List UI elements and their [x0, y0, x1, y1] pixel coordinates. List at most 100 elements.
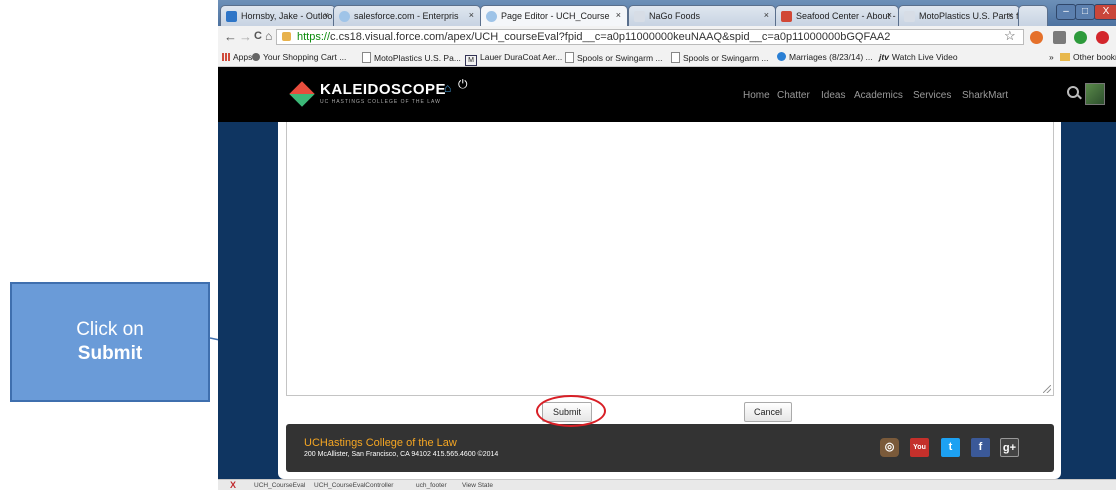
instagram-icon[interactable]: ◎: [880, 438, 899, 457]
page-cloud-icon: [486, 11, 497, 22]
extension-icon[interactable]: [1053, 31, 1066, 44]
cancel-button[interactable]: Cancel: [744, 402, 792, 422]
tab-strip: Hornsby, Jake - Outlook V × salesforce.c…: [218, 0, 1116, 26]
browser-window: Hornsby, Jake - Outlook V × salesforce.c…: [218, 0, 1116, 490]
apps-grid-icon: [222, 53, 230, 61]
footer-title[interactable]: UCHastings College of the Law: [304, 437, 457, 449]
new-tab-button[interactable]: [1018, 5, 1048, 26]
bookmark-watch-live[interactable]: jtv Watch Live Video: [879, 52, 958, 62]
tab-nago-foods[interactable]: NaGo Foods ×: [628, 5, 776, 26]
extension-icon[interactable]: [1030, 31, 1043, 44]
forward-button[interactable]: →: [239, 29, 252, 44]
bookmark-motoplastics[interactable]: MotoPlastics U.S. Pa...: [362, 52, 461, 63]
extension-icon[interactable]: [1074, 31, 1087, 44]
bookmark-label: Lauer DuraCoat Aer...: [480, 52, 563, 62]
status-item[interactable]: View State: [462, 482, 493, 489]
bookmark-label: Apps: [233, 52, 253, 62]
close-icon[interactable]: ×: [1008, 10, 1013, 20]
nav-services[interactable]: Services: [913, 90, 951, 101]
bookmark-label: Marriages (8/23/14) ...: [789, 52, 873, 62]
cart-icon: [252, 53, 260, 61]
url-text: c.cs18.visual.force.com/apex/UCH_courseE…: [330, 31, 891, 43]
other-bookmarks[interactable]: Other bookma: [1060, 52, 1116, 62]
highlight-circle: [536, 395, 606, 427]
address-bar[interactable]: https://c.cs18.visual.force.com/apex/UCH…: [276, 29, 1024, 45]
home-icon[interactable]: ⌂: [444, 81, 451, 95]
bookmark-shopping-cart[interactable]: Your Shopping Cart ...: [252, 52, 346, 62]
bookmark-label: Your Shopping Cart ...: [263, 52, 347, 62]
bookmark-apps[interactable]: Apps: [222, 52, 252, 62]
status-item[interactable]: UCH_CourseEvalController: [314, 482, 393, 489]
site-footer: UCHastings College of the Law 200 McAlli…: [286, 424, 1054, 472]
close-icon[interactable]: X: [230, 480, 236, 490]
tab-outlook[interactable]: Hornsby, Jake - Outlook V ×: [220, 5, 336, 26]
folder-icon: [1060, 53, 1070, 61]
power-icon[interactable]: ⏻: [458, 77, 468, 92]
facebook-icon[interactable]: f: [971, 438, 990, 457]
page-icon: [904, 11, 915, 22]
close-icon[interactable]: ×: [764, 10, 769, 20]
bookmark-label: Watch Live Video: [891, 52, 958, 62]
site-header: KALEIDOSCOPE UC HASTINGS COLLEGE OF THE …: [218, 67, 1116, 122]
bookmark-label: MotoPlastics U.S. Pa...: [374, 53, 461, 63]
reload-button[interactable]: C: [254, 30, 262, 42]
tab-seafood-center[interactable]: Seafood Center - About - ×: [775, 5, 899, 26]
bookmark-star-icon[interactable]: ☆: [1004, 28, 1016, 44]
m-logo-icon: M: [465, 55, 477, 66]
marriages-icon: [777, 52, 786, 61]
nav-chatter[interactable]: Chatter: [777, 90, 810, 101]
footer-address: 200 McAllister, San Francisco, CA 94102 …: [304, 451, 499, 458]
nav-ideas[interactable]: Ideas: [821, 90, 845, 101]
resize-handle-icon[interactable]: [1043, 385, 1051, 393]
tab-page-editor[interactable]: Page Editor - UCH_Course ×: [480, 5, 628, 26]
page-viewport: KALEIDOSCOPE UC HASTINGS COLLEGE OF THE …: [218, 67, 1116, 479]
site-logo-text[interactable]: KALEIDOSCOPE: [320, 81, 446, 98]
bookmark-label: Other bookma: [1073, 52, 1116, 62]
minimize-button[interactable]: –: [1056, 4, 1076, 20]
content-card: Submit Cancel UCHastings College of the …: [278, 122, 1061, 479]
close-window-button[interactable]: X: [1094, 4, 1116, 20]
nav-academics[interactable]: Academics: [854, 90, 903, 101]
jtv-icon: jtv: [879, 52, 889, 62]
page-icon: [671, 52, 680, 63]
page-icon: [565, 52, 574, 63]
bookmark-lauer[interactable]: M Lauer DuraCoat Aer...: [465, 52, 562, 66]
opera-icon[interactable]: [1096, 31, 1109, 44]
google-plus-icon[interactable]: g+: [1000, 438, 1019, 457]
bookmarks-overflow[interactable]: »: [1049, 52, 1054, 62]
status-item[interactable]: uch_footer: [416, 482, 447, 489]
close-icon[interactable]: ×: [324, 10, 329, 20]
home-button[interactable]: ⌂: [265, 29, 272, 43]
google-plus-icon: [781, 11, 792, 22]
bookmark-spools-2[interactable]: Spools or Swingarm ...: [671, 52, 769, 63]
developer-footer-bar: X UCH_CourseEval UCH_CourseEvalControlle…: [218, 479, 1116, 490]
kaleidoscope-logo-icon[interactable]: [289, 81, 315, 107]
youtube-icon[interactable]: You: [910, 438, 929, 457]
bookmark-label: Spools or Swingarm ...: [683, 53, 769, 63]
tab-label: Page Editor - UCH_Course: [501, 11, 610, 21]
tab-label: Seafood Center - About -: [796, 11, 896, 21]
avatar[interactable]: [1085, 83, 1105, 105]
nav-home[interactable]: Home: [743, 90, 770, 101]
nav-sharkmart[interactable]: SharkMart: [962, 90, 1008, 101]
search-icon[interactable]: [1067, 86, 1079, 98]
close-icon[interactable]: ×: [616, 10, 621, 20]
url-scheme: https://: [297, 31, 331, 43]
tab-label: MotoPlastics U.S. Parts fo: [919, 11, 1020, 21]
twitter-icon[interactable]: t: [941, 438, 960, 457]
tab-motoplastics[interactable]: MotoPlastics U.S. Parts fo ×: [898, 5, 1020, 26]
maximize-button[interactable]: □: [1075, 4, 1095, 20]
close-icon[interactable]: ×: [469, 10, 474, 20]
salesforce-cloud-icon: [339, 11, 350, 22]
browser-toolbar: ← → C ⌂ https://c.cs18.visual.force.com/…: [218, 26, 1116, 49]
tab-label: Hornsby, Jake - Outlook V: [241, 11, 336, 21]
status-item[interactable]: UCH_CourseEval: [254, 482, 305, 489]
close-icon[interactable]: ×: [887, 10, 892, 20]
bookmark-spools-1[interactable]: Spools or Swingarm ...: [565, 52, 663, 63]
comments-textarea[interactable]: [286, 122, 1054, 396]
bookmark-label: Spools or Swingarm ...: [577, 53, 663, 63]
bookmark-marriages[interactable]: Marriages (8/23/14) ...: [777, 52, 873, 62]
site-logo-subtitle: UC HASTINGS COLLEGE OF THE LAW: [320, 99, 441, 105]
tab-salesforce[interactable]: salesforce.com - Enterpris ×: [333, 5, 481, 26]
back-button[interactable]: ←: [224, 29, 237, 44]
